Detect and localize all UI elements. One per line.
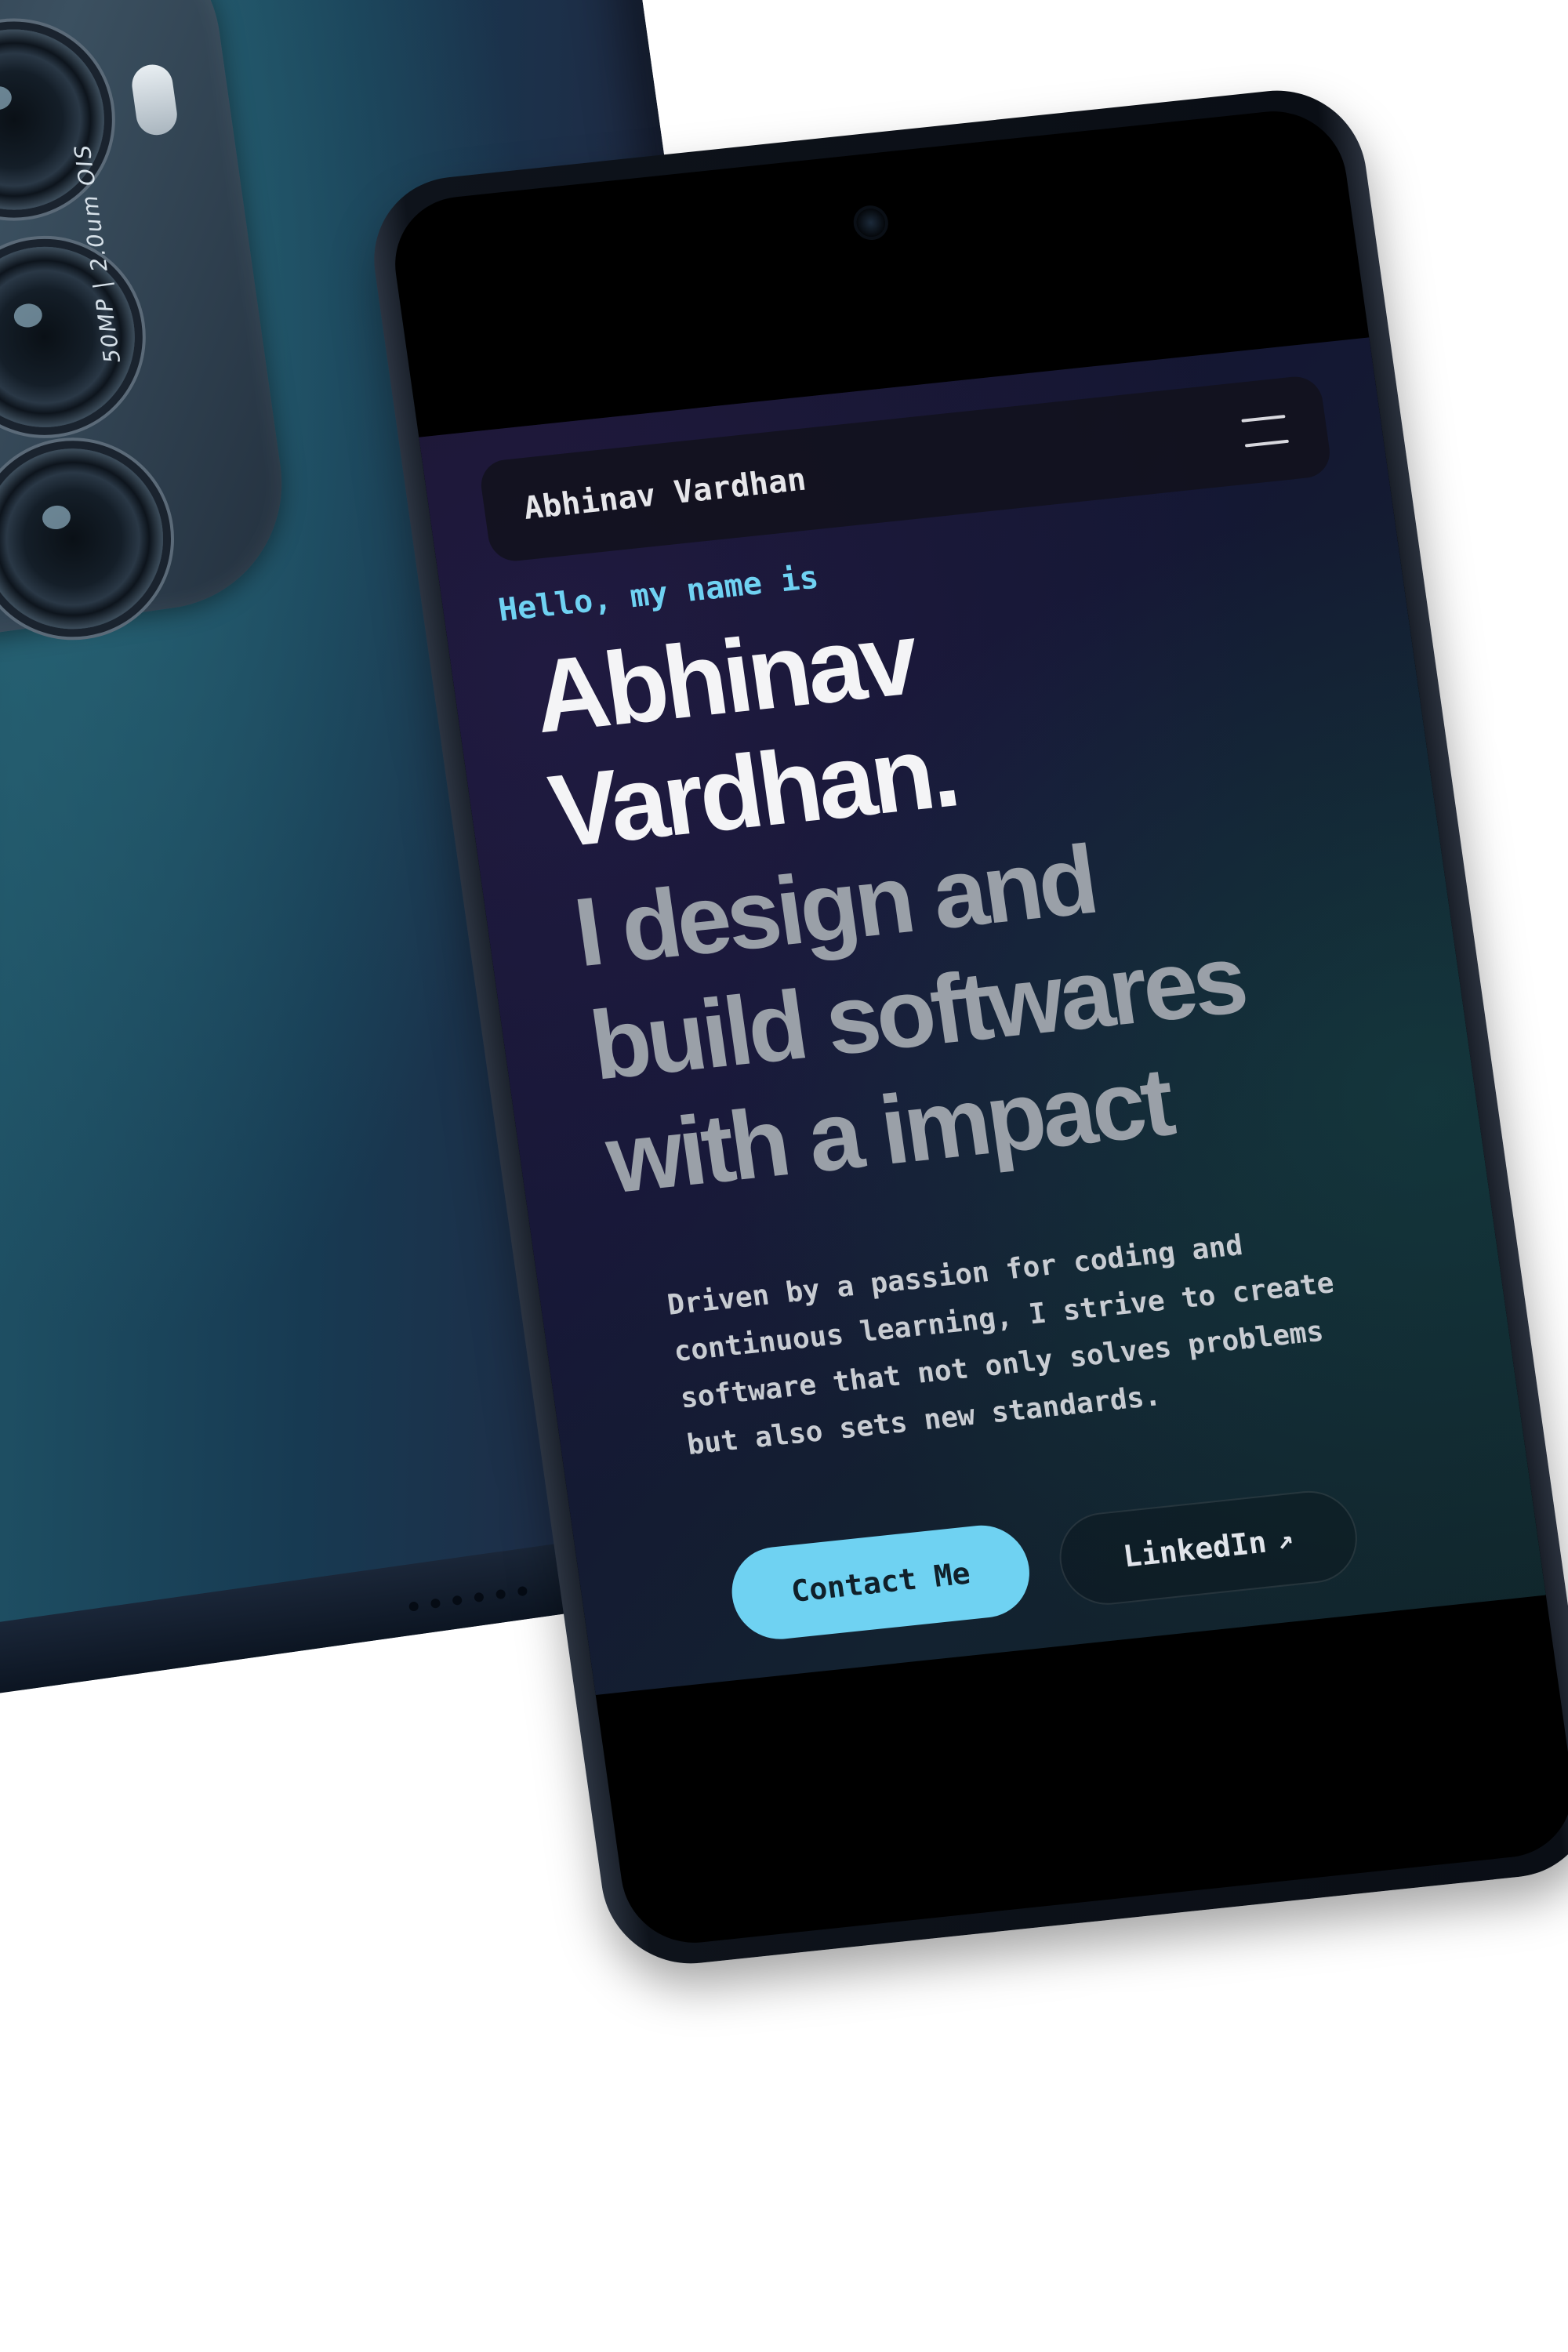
contact-me-label: Contact Me	[789, 1555, 973, 1609]
hero-description: Driven by a passion for coding and conti…	[665, 1229, 1336, 1461]
hamburger-menu-icon[interactable]	[1241, 415, 1290, 448]
mockup-stage: 50MP | 2.0um OIS Abhinav Vardhan Hello, …	[0, 0, 1568, 2352]
speaker-grille-icon	[408, 1585, 528, 1612]
linkedin-label: LinkedIn	[1120, 1524, 1269, 1574]
front-phone-device: Abhinav Vardhan Hello, my name is Abhina…	[363, 82, 1568, 1973]
camera-module: 50MP | 2.0um OIS	[0, 0, 298, 650]
contact-me-button[interactable]: Contact Me	[725, 1520, 1036, 1644]
linkedin-button[interactable]: LinkedIn ↗	[1053, 1486, 1363, 1610]
portfolio-web-page: Abhinav Vardhan Hello, my name is Abhina…	[419, 337, 1546, 1695]
phone-screen: Abhinav Vardhan Hello, my name is Abhina…	[386, 104, 1568, 1950]
hero-tagline: I design and build softwares with a impa…	[568, 792, 1425, 1217]
brand-name[interactable]: Abhinav Vardhan	[521, 462, 808, 527]
external-link-arrow-icon: ↗	[1275, 1523, 1296, 1556]
camera-flash-icon	[129, 62, 180, 138]
camera-lens-icon	[0, 437, 175, 641]
front-camera-icon	[855, 207, 887, 238]
camera-lens-icon	[0, 234, 147, 439]
cta-buttons: Contact Me LinkedIn ↗	[725, 1473, 1486, 1644]
